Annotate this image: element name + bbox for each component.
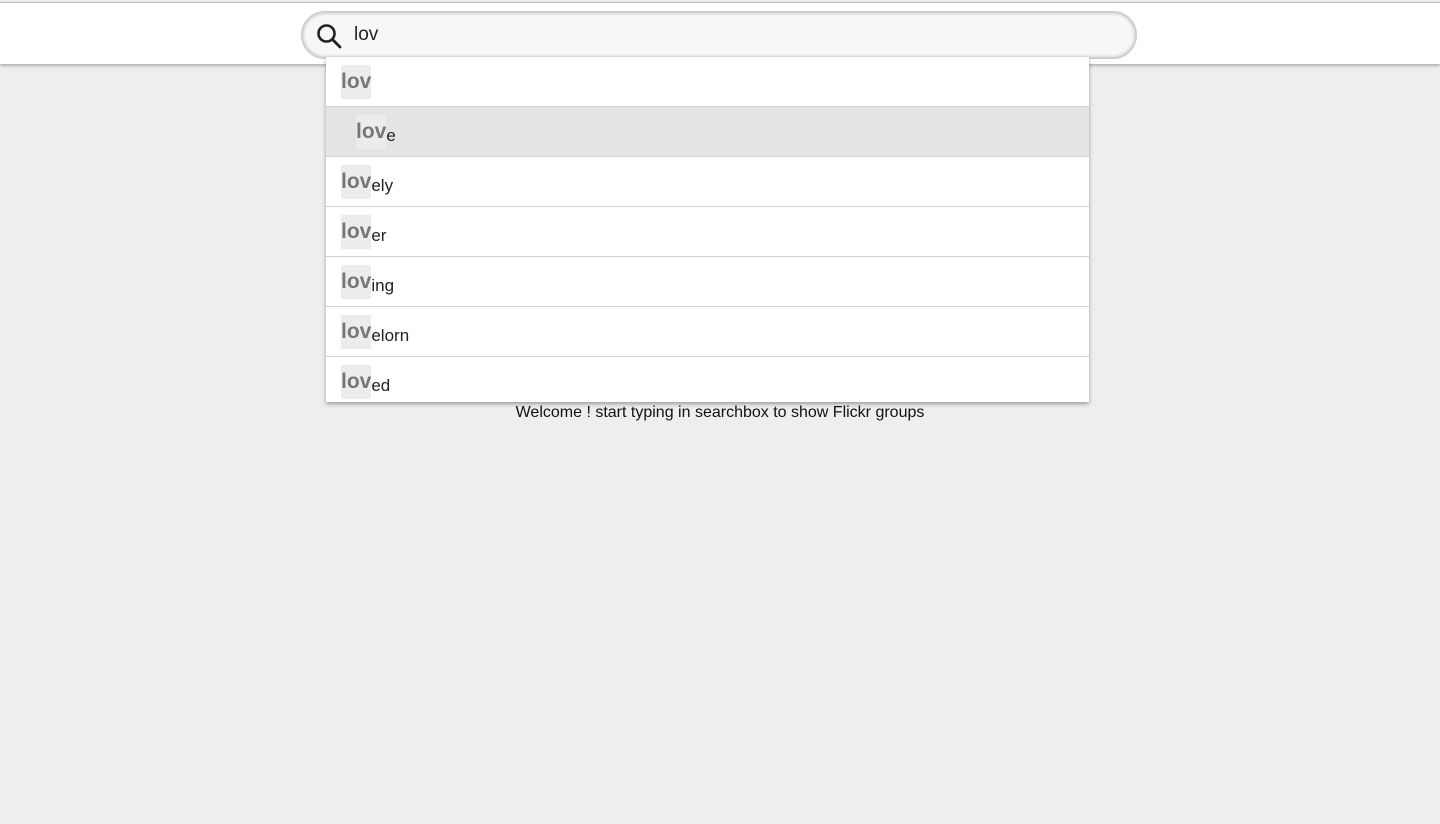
suggestion-rest: er [371,225,387,245]
suggestion-match: lov [341,164,372,199]
welcome-message: Welcome ! start typing in searchbox to s… [515,404,925,421]
header-bar [0,2,1440,64]
suggestion-match: lov [341,264,372,299]
suggestion-match: lov [341,364,372,399]
suggestion-item[interactable]: lov ed [326,357,1089,402]
suggestion-item-selected[interactable]: lov e [326,107,1089,157]
autocomplete-dropdown: lov lov e lov ely lov er lov ing lov elorn lo… [326,57,1089,402]
suggestion-item[interactable]: lov elorn [326,307,1089,357]
suggestion-item[interactable]: lov ely [326,157,1089,207]
suggestion-match: lov [341,314,372,349]
search-icon[interactable] [316,23,342,49]
search-input[interactable] [354,20,1114,50]
suggestion-item[interactable]: lov [326,57,1089,107]
search-box[interactable] [301,11,1137,59]
suggestion-rest: ing [371,275,395,295]
suggestion-rest: elorn [371,325,410,345]
suggestion-item[interactable]: lov er [326,207,1089,257]
suggestion-match: lov [341,214,372,249]
suggestion-match: lov [356,114,387,149]
suggestion-rest: ed [371,375,391,395]
suggestion-rest: ely [371,175,394,195]
suggestion-rest: e [386,125,396,145]
suggestion-match: lov [341,64,372,99]
suggestion-item[interactable]: lov ing [326,257,1089,307]
